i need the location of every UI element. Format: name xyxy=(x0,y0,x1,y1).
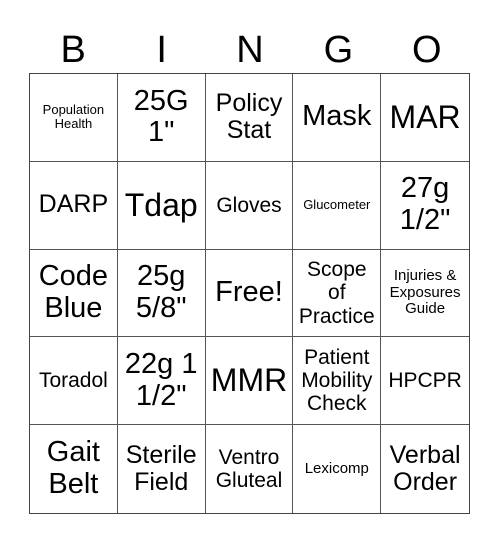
bingo-cell[interactable]: Gloves xyxy=(205,161,294,250)
bingo-cell-label: Free! xyxy=(215,276,283,309)
bingo-cell-label: Gait Belt xyxy=(46,436,100,501)
bingo-cell-label: Population Health xyxy=(42,102,105,132)
bingo-cell-label: HPCPR xyxy=(388,369,462,393)
bingo-cell[interactable]: Free! xyxy=(205,249,294,338)
bingo-cell-label: Scope of Practice xyxy=(298,258,375,328)
bingo-cell-label: MMR xyxy=(210,362,288,399)
bingo-cell[interactable]: 25g 5/8" xyxy=(117,249,206,338)
header-letter-o: O xyxy=(412,29,442,71)
bingo-cell[interactable]: MAR xyxy=(381,74,469,162)
bingo-cell[interactable]: Verbal Order xyxy=(381,425,469,513)
bingo-cell[interactable]: Patient Mobility Check xyxy=(293,337,382,426)
bingo-cell[interactable]: Code Blue xyxy=(30,249,118,338)
bingo-cell-label: 27g 1/2" xyxy=(399,172,451,237)
bingo-cell[interactable]: Mask xyxy=(293,74,382,162)
bingo-cell-label: Gloves xyxy=(216,193,282,217)
bingo-cell-label: Toradol xyxy=(38,369,108,393)
bingo-cell[interactable]: Scope of Practice xyxy=(293,249,382,338)
bingo-cell[interactable]: Sterile Field xyxy=(118,425,206,513)
header-letter-g: G xyxy=(323,29,354,71)
bingo-cell-label: 25G 1" xyxy=(133,84,189,149)
bingo-cell-label: 25g 5/8" xyxy=(135,260,187,324)
bingo-cell[interactable]: Lexicomp xyxy=(293,425,382,513)
bingo-grid: Population Health 25G 1" Policy Stat Mask MA… xyxy=(29,73,470,514)
bingo-cell[interactable]: Policy Stat xyxy=(205,74,294,162)
bingo-cell[interactable]: 22g 1 1/2" xyxy=(117,337,206,426)
bingo-cell[interactable]: HPCPR xyxy=(381,337,469,426)
bingo-cell[interactable]: Toradol xyxy=(30,337,118,426)
bingo-cell-label: Patient Mobility Check xyxy=(301,346,373,416)
bingo-cell[interactable]: 25G 1" xyxy=(117,74,206,162)
bingo-cell-label: Lexicomp xyxy=(304,459,369,477)
bingo-cell-label: Ventro Gluteal xyxy=(215,446,283,493)
bingo-cell[interactable]: Ventro Gluteal xyxy=(206,425,294,513)
bingo-cell[interactable]: 27g 1/2" xyxy=(381,162,469,250)
bingo-cell[interactable]: MMR xyxy=(205,337,294,426)
bingo-cell-label: MAR xyxy=(389,98,461,135)
bingo-cell-label: DARP xyxy=(38,190,109,219)
bingo-cell[interactable]: Tdap xyxy=(117,161,206,250)
bingo-cell-label: Mask xyxy=(302,100,372,133)
bingo-cell[interactable]: Population Health xyxy=(30,74,118,162)
bingo-cell[interactable]: Gait Belt xyxy=(30,425,118,513)
bingo-cell-label: Sterile Field xyxy=(125,440,197,497)
bingo-cell-label: 22g 1 1/2" xyxy=(124,347,198,412)
bingo-cell[interactable]: Glucometer xyxy=(293,161,382,250)
bingo-cell-label: Glucometer xyxy=(303,197,371,213)
header-letter-n: N xyxy=(236,29,264,71)
bingo-cell-label: Code Blue xyxy=(38,260,109,324)
bingo-cell[interactable]: DARP xyxy=(30,161,118,250)
bingo-cell-label: Tdap xyxy=(124,186,198,223)
bingo-cell-label: Injuries & Exposures Guide xyxy=(389,267,461,318)
bingo-header: B I N G O xyxy=(29,28,471,72)
bingo-cell-label: Verbal Order xyxy=(389,440,461,497)
bingo-cell[interactable]: Injuries & Exposures Guide xyxy=(381,250,469,338)
header-letter-i: I xyxy=(156,29,167,71)
bingo-cell-label: Policy Stat xyxy=(215,88,283,145)
header-letter-b: B xyxy=(60,29,86,71)
